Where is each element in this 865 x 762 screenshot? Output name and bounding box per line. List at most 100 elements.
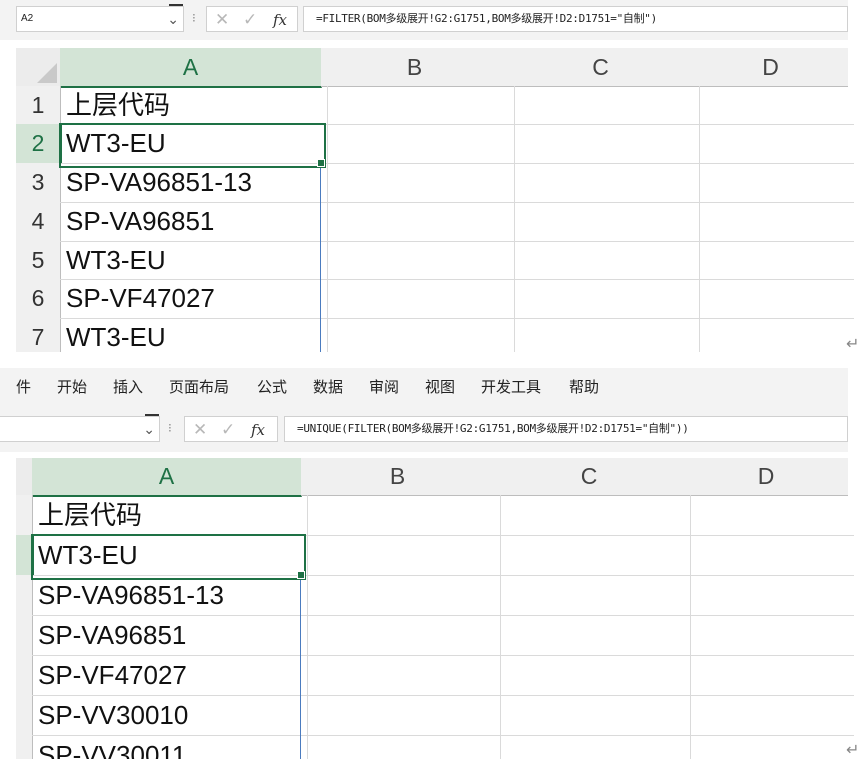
check-icon[interactable]: ✓ xyxy=(221,420,235,440)
cell-c4[interactable] xyxy=(494,615,691,656)
cell-a1[interactable]: 上层代码 xyxy=(32,495,308,536)
cell-c4[interactable] xyxy=(508,202,700,242)
cell-d6[interactable] xyxy=(684,695,854,736)
cell-b7[interactable] xyxy=(321,318,515,352)
cell-d2[interactable] xyxy=(684,535,854,576)
name-box[interactable]: A2 ⌄ xyxy=(16,4,184,32)
cell-c2[interactable] xyxy=(494,535,691,576)
column-header-c[interactable]: C xyxy=(494,458,685,496)
cell-d1[interactable] xyxy=(684,495,854,536)
row-header[interactable]: 5 xyxy=(16,241,61,280)
cell-d4[interactable] xyxy=(684,615,854,656)
row-header[interactable] xyxy=(16,495,33,536)
check-icon[interactable]: ✓ xyxy=(243,10,257,30)
cell-b6[interactable] xyxy=(321,279,515,319)
cell-d2[interactable] xyxy=(693,124,854,164)
cell-a4[interactable]: SP-VA96851 xyxy=(32,615,308,656)
row-header[interactable]: 3 xyxy=(16,163,61,203)
cell-c2[interactable] xyxy=(508,124,700,164)
cell-d4[interactable] xyxy=(693,202,854,242)
cell-b5[interactable] xyxy=(301,655,501,696)
fill-handle[interactable] xyxy=(297,571,305,579)
cell-d3[interactable] xyxy=(693,163,854,203)
cell-a1[interactable]: 上层代码 xyxy=(60,86,328,125)
row-header[interactable] xyxy=(16,615,33,656)
cell-d7[interactable] xyxy=(684,735,854,759)
tab-data[interactable]: 数据 xyxy=(313,376,343,397)
chevron-down-icon[interactable]: ⌄ xyxy=(167,7,179,31)
cell-c3[interactable] xyxy=(508,163,700,203)
column-header-d[interactable]: D xyxy=(684,458,848,496)
row-header[interactable]: 1 xyxy=(16,86,61,125)
formula-input[interactable]: =UNIQUE(FILTER(BOM多级展开!G2:G1751,BOM多级展开!… xyxy=(284,416,848,442)
row-header[interactable] xyxy=(16,695,33,736)
cell-a2[interactable]: WT3-EU xyxy=(32,535,308,576)
cell-a3[interactable]: SP-VA96851-13 xyxy=(60,163,328,203)
cell-b6[interactable] xyxy=(301,695,501,736)
cell-c7[interactable] xyxy=(508,318,700,352)
name-box[interactable]: ⌄ xyxy=(0,414,160,442)
cell-b3[interactable] xyxy=(321,163,515,203)
row-header[interactable] xyxy=(16,575,33,616)
cell-a7[interactable]: SP-VV30011 xyxy=(32,735,308,759)
fx-icon[interactable]: fx xyxy=(273,11,287,29)
cell-a3[interactable]: SP-VA96851-13 xyxy=(32,575,308,616)
cell-d7[interactable] xyxy=(693,318,854,352)
cell-a2[interactable]: WT3-EU xyxy=(60,124,328,164)
cell-b1[interactable] xyxy=(301,495,501,536)
cell-b4[interactable] xyxy=(301,615,501,656)
cell-b3[interactable] xyxy=(301,575,501,616)
column-header-b[interactable]: B xyxy=(301,458,495,496)
fill-handle[interactable] xyxy=(317,159,325,167)
tab-page-layout[interactable]: 页面布局 xyxy=(169,376,229,397)
tab-formulas[interactable]: 公式 xyxy=(257,376,287,397)
cell-c6[interactable] xyxy=(508,279,700,319)
cell-b7[interactable] xyxy=(301,735,501,759)
tab-review[interactable]: 审阅 xyxy=(369,376,399,397)
row-header[interactable]: 6 xyxy=(16,279,61,319)
cell-d3[interactable] xyxy=(684,575,854,616)
column-header-b[interactable]: B xyxy=(321,48,509,87)
cell-a5[interactable]: WT3-EU xyxy=(60,241,328,280)
cell-c1[interactable] xyxy=(508,86,700,125)
tab-developer[interactable]: 开发工具 xyxy=(481,376,541,397)
cell-b1[interactable] xyxy=(321,86,515,125)
cell-d5[interactable] xyxy=(693,241,854,280)
tab-insert[interactable]: 插入 xyxy=(113,376,143,397)
cell-c7[interactable] xyxy=(494,735,691,759)
cell-c5[interactable] xyxy=(494,655,691,696)
cell-d6[interactable] xyxy=(693,279,854,319)
cancel-x-icon[interactable]: ✕ xyxy=(215,10,229,30)
cell-b4[interactable] xyxy=(321,202,515,242)
cell-d5[interactable] xyxy=(684,655,854,696)
cancel-x-icon[interactable]: ✕ xyxy=(193,420,207,440)
chevron-down-icon[interactable]: ⌄ xyxy=(143,417,155,441)
tab-file[interactable]: 件 xyxy=(16,376,31,397)
select-all-corner[interactable] xyxy=(16,458,32,496)
cell-c6[interactable] xyxy=(494,695,691,736)
column-header-c[interactable]: C xyxy=(508,48,694,87)
cell-a5[interactable]: SP-VF47027 xyxy=(32,655,308,696)
cell-c3[interactable] xyxy=(494,575,691,616)
column-header-a[interactable]: A xyxy=(60,48,322,88)
cell-a7[interactable]: WT3-EU xyxy=(60,318,328,352)
cell-a4[interactable]: SP-VA96851 xyxy=(60,202,328,242)
select-all-corner[interactable] xyxy=(16,48,61,87)
cell-b2[interactable] xyxy=(321,124,515,164)
fx-icon[interactable]: fx xyxy=(251,421,265,439)
tab-view[interactable]: 视图 xyxy=(425,376,455,397)
cell-a6[interactable]: SP-VV30010 xyxy=(32,695,308,736)
row-header[interactable]: 4 xyxy=(16,202,61,242)
row-header[interactable]: 7 xyxy=(16,318,61,352)
row-header[interactable] xyxy=(16,655,33,696)
formula-input[interactable]: =FILTER(BOM多级展开!G2:G1751,BOM多级展开!D2:D175… xyxy=(303,6,848,32)
row-header[interactable]: 2 xyxy=(16,124,62,164)
cell-c5[interactable] xyxy=(508,241,700,280)
cell-b5[interactable] xyxy=(321,241,515,280)
column-header-d[interactable]: D xyxy=(693,48,848,87)
tab-home[interactable]: 开始 xyxy=(57,376,87,397)
cell-a6[interactable]: SP-VF47027 xyxy=(60,279,328,319)
row-header[interactable] xyxy=(16,735,33,759)
cell-d1[interactable] xyxy=(693,86,854,125)
column-header-a[interactable]: A xyxy=(32,458,302,497)
